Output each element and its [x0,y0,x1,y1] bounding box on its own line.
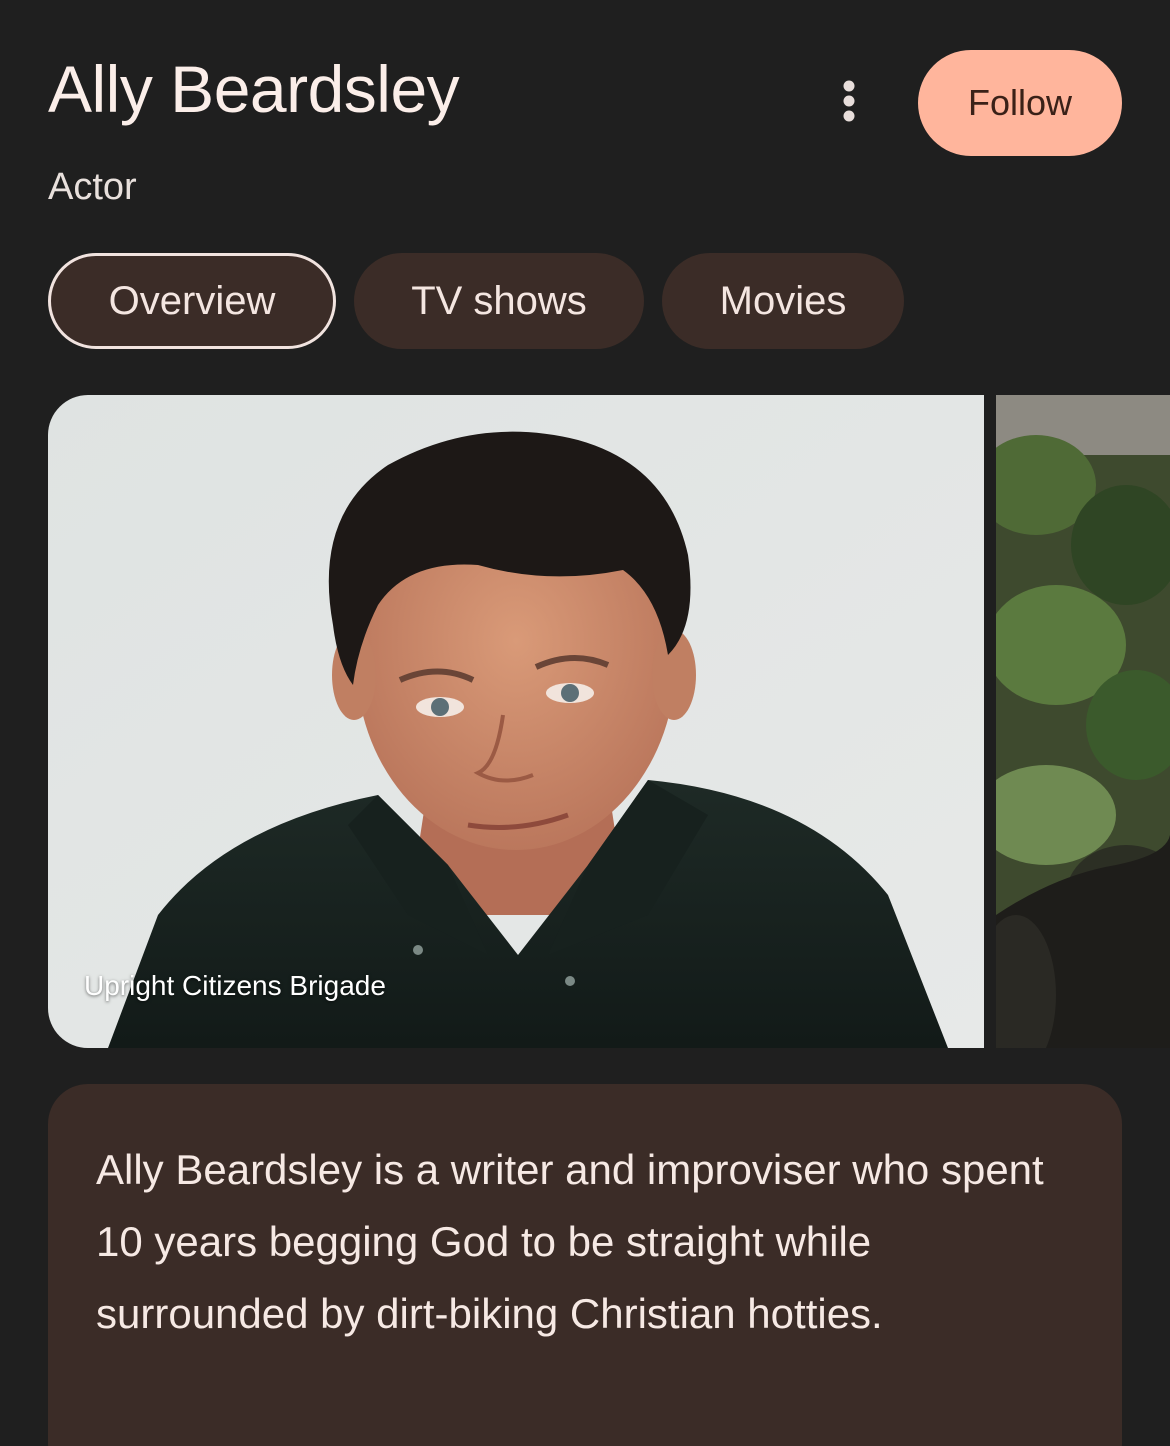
more-options-button[interactable] [820,72,878,130]
tab-overview[interactable]: Overview [48,253,336,349]
knowledge-panel: Ally Beardsley Actor Follow Overview TV … [0,0,1170,1446]
page-title: Ally Beardsley [48,52,460,126]
portrait-image [48,395,984,1048]
photo-caption: Upright Citizens Brigade [84,970,386,1001]
foliage-image [996,395,1170,1048]
description-text: Ally Beardsley is a writer and improvise… [96,1146,1044,1337]
tab-tv-shows[interactable]: TV shows [354,253,644,349]
entity-type: Actor [48,166,137,208]
follow-button[interactable]: Follow [918,50,1122,156]
more-vert-icon [843,80,855,122]
description-card: Ally Beardsley is a writer and improvise… [48,1084,1122,1446]
secondary-photo[interactable] [996,395,1170,1048]
main-photo[interactable]: Upright Citizens Brigade [48,395,984,1048]
tab-movies[interactable]: Movies [662,253,904,349]
